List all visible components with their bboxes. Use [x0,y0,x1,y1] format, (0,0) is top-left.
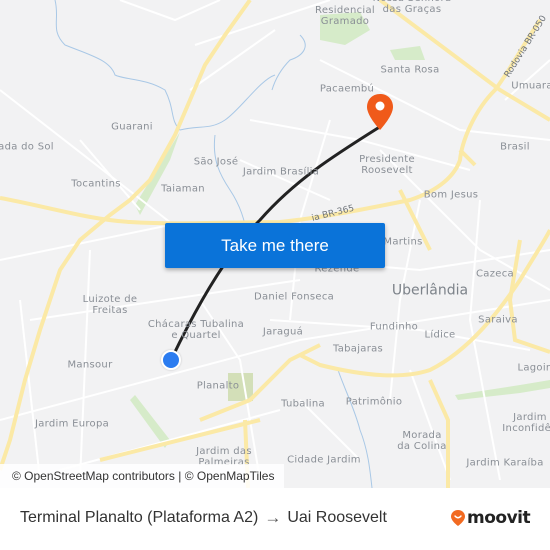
place-label: Jardim Brasília [242,166,320,178]
place-label: Jaraguá [262,326,304,338]
place-label: Tubalina [281,398,325,410]
place-label: Presidente Roosevelt [359,154,415,176]
route-summary: Terminal Planalto (Plataforma A2) → Uai … [20,508,387,528]
moovit-wordmark: moovit [467,508,531,528]
park-area [135,132,180,215]
place-label: Jardim Europa [34,418,110,430]
place-label: Martins [383,236,423,248]
arrow-right-icon: → [264,508,282,527]
place-label: Bom Jesus [423,189,479,201]
river [337,369,373,488]
place-label: Jardim Karaíba [466,457,544,469]
place-label: Fundinho [369,321,419,333]
place-label: Lídice [424,329,456,341]
place-label: Umuara [511,80,550,92]
place-label: Daniel Fonseca [253,291,335,303]
place-label: Saraiva [478,314,518,326]
destination-pin-icon[interactable] [365,93,395,131]
moovit-pin-icon [451,510,465,526]
place-label: Mansour [67,359,113,371]
place-label: Residencial Gramado [315,5,375,27]
place-label: Brasil [500,141,530,153]
place-label: Nossa Senhoradas Graças [373,0,451,15]
place-label: JardimInconfidên [502,412,550,434]
origin-name: Terminal Planalto (Plataforma A2) [20,509,259,526]
place-label: Morada da Colina [397,430,447,452]
park-area [130,395,170,448]
place-label: Patrimônio [345,396,403,408]
place-label: Cidade Jardim [287,454,361,466]
river [54,0,276,131]
place-label: Guarani [111,121,153,133]
place-label: Lagoin [517,362,550,374]
park-area [390,46,425,60]
place-label: Luizote de Freitas [82,294,138,316]
city-label: Uberlândia [391,282,469,299]
river [271,34,306,91]
destination-name: Uai Roosevelt [287,509,387,526]
moovit-logo[interactable]: moovit [450,508,531,528]
place-label: Tabajaras [332,343,384,355]
place-label: Chácaras Tubalina e Quartel [147,319,245,341]
place-label: Planalto [196,380,240,392]
place-label: Tocantins [71,178,121,190]
take-me-there-button[interactable]: Take me there [165,223,385,268]
place-label: Santa Rosa [380,64,440,76]
place-label: Taiaman [161,183,205,195]
park-area [455,380,550,400]
map-attribution[interactable]: © OpenStreetMap contributors | © OpenMap… [0,464,285,488]
place-label: Cazeca [476,268,514,280]
place-label: ada do Sol [0,141,54,153]
place-label: São José [193,156,239,168]
origin-marker-icon[interactable] [161,350,181,370]
